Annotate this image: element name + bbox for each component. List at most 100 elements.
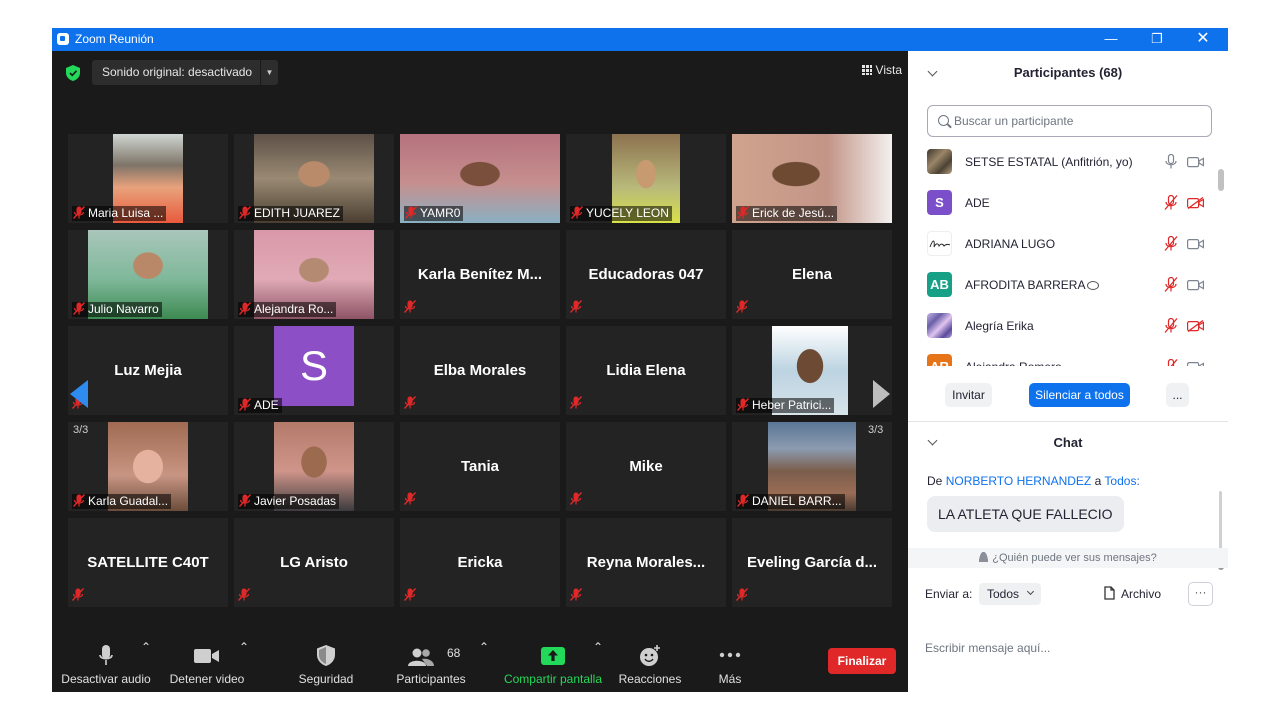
restore-button[interactable]: ❐ — [1134, 28, 1180, 51]
muted-mic-icon — [570, 588, 582, 601]
muted-indicator — [570, 586, 585, 604]
participant-tile[interactable]: Eveling García d... — [732, 518, 892, 607]
participant-row-name-text: ADE — [965, 196, 990, 210]
participant-tile[interactable]: Tania — [400, 422, 560, 511]
muted-mic-icon — [73, 206, 85, 219]
participant-name: YAMR0 — [420, 206, 461, 220]
audio-options-caret-icon[interactable]: ⌃ — [140, 640, 152, 692]
previous-page-arrow-icon[interactable] — [70, 380, 88, 408]
reactions-button[interactable]: Reacciones — [614, 640, 686, 692]
participant-tile[interactable]: YUCELY LEON — [566, 134, 726, 223]
participant-tile[interactable]: Heber Patrici... — [732, 326, 892, 415]
participants-button[interactable]: 68 Participantes — [391, 640, 471, 692]
participant-row[interactable]: Alegría Erika — [908, 305, 1218, 346]
chat-title: Chat — [1053, 435, 1083, 450]
send-to-dropdown[interactable]: Todos — [979, 583, 1042, 605]
video-icon[interactable] — [1187, 238, 1204, 250]
participant-tile[interactable]: Elena — [732, 230, 892, 319]
video-icon[interactable] — [1187, 279, 1204, 291]
participant-tile[interactable]: SATELLITE C40T — [68, 518, 228, 607]
participant-tile[interactable]: Luz Mejia — [68, 326, 228, 415]
participant-list-scrollbar[interactable] — [1218, 169, 1224, 395]
participants-more-button[interactable]: ... — [1166, 383, 1189, 407]
participant-tile[interactable]: Elba Morales — [400, 326, 560, 415]
participant-row[interactable]: AB AFRODITA BARRERA — [908, 264, 1218, 305]
participant-avatar — [927, 149, 952, 174]
participant-tile[interactable]: Karla Guadal... — [68, 422, 228, 511]
muted-mic-icon[interactable] — [1164, 276, 1178, 292]
participants-icon — [408, 648, 435, 666]
participant-search-box[interactable] — [927, 105, 1212, 137]
muted-mic-icon — [571, 206, 583, 219]
participant-row-name-text: SETSE ESTATAL (Anfitrión, yo) — [965, 155, 1133, 169]
who-can-see-messages[interactable]: ¿Quién puede ver sus mensajes? — [908, 548, 1228, 568]
participant-tile[interactable]: Alejandra Ro... — [234, 230, 394, 319]
muted-mic-icon[interactable] — [1164, 358, 1178, 366]
next-page-arrow-icon[interactable] — [873, 380, 890, 408]
view-button[interactable]: Vista — [861, 63, 902, 77]
encryption-shield-icon[interactable] — [66, 65, 80, 81]
video-options-caret-icon[interactable]: ⌃ — [238, 640, 250, 692]
original-sound-dropdown-icon[interactable]: ▼ — [260, 60, 278, 85]
participant-row[interactable]: AR Alejandra Romero — [908, 346, 1218, 366]
muted-mic-icon[interactable] — [1164, 317, 1178, 333]
send-to-chevron-icon — [1026, 587, 1035, 596]
participant-name: Alejandra Ro... — [254, 302, 334, 316]
zoom-app-icon — [57, 33, 69, 45]
participant-row-name-text: Alejandra Romero — [965, 360, 1062, 366]
minimize-button[interactable]: — — [1088, 28, 1134, 51]
mute-all-button[interactable]: Silenciar a todos — [1029, 383, 1130, 407]
participant-row-name: Alejandra Romero — [965, 360, 1062, 366]
participant-tile[interactable]: Lidia Elena — [566, 326, 726, 415]
chat-more-button[interactable]: ··· — [1188, 582, 1213, 606]
participant-tile[interactable]: LG Aristo — [234, 518, 394, 607]
video-off-icon[interactable] — [1187, 319, 1204, 333]
participant-row-name: Alegría Erika — [965, 319, 1034, 333]
participant-display-name: Mike — [629, 458, 663, 475]
muted-mic-icon — [404, 588, 416, 601]
participant-row[interactable]: SETSE ESTATAL (Anfitrión, yo) — [908, 141, 1218, 182]
participant-tile[interactable]: Ericka — [400, 518, 560, 607]
participant-tile[interactable]: Julio Navarro — [68, 230, 228, 319]
participant-tile[interactable]: Maria Luisa ... — [68, 134, 228, 223]
muted-mic-icon — [737, 494, 749, 507]
participant-tile[interactable]: Karla Benítez M... — [400, 230, 560, 319]
participant-tile[interactable]: Erick de Jesú... — [732, 134, 892, 223]
security-button[interactable]: Seguridad — [288, 640, 364, 692]
close-button[interactable]: ✕ — [1180, 28, 1226, 51]
participant-row[interactable]: ADRIANA LUGO — [908, 223, 1218, 264]
participant-tile[interactable]: Mike — [566, 422, 726, 511]
sender-name-link[interactable]: NORBERTO HERNANDEZ — [946, 474, 1092, 488]
invite-button[interactable]: Invitar — [945, 383, 992, 407]
share-options-caret-icon[interactable]: ⌃ — [592, 640, 604, 692]
participant-row[interactable]: S ADE — [908, 182, 1218, 223]
meeting-toolbar: Desactivar audio ⌃ Detener video ⌃ Segur… — [52, 640, 908, 692]
muted-mic-icon[interactable] — [1164, 235, 1178, 251]
muted-mic-icon[interactable] — [1164, 194, 1178, 210]
end-meeting-button[interactable]: Finalizar — [828, 648, 896, 674]
participant-name-label: DANIEL BARR... — [736, 494, 845, 509]
participant-search-input[interactable] — [954, 112, 1204, 130]
muted-mic-icon — [404, 300, 416, 313]
mic-icon[interactable] — [1164, 153, 1178, 169]
participant-tile[interactable]: EDITH JUAREZ — [234, 134, 394, 223]
share-screen-button[interactable]: Compartir pantalla — [500, 640, 606, 692]
participant-tile[interactable]: YAMR0 — [400, 134, 560, 223]
participant-tile[interactable]: Javier Posadas — [234, 422, 394, 511]
video-icon[interactable] — [1187, 361, 1204, 366]
file-button[interactable]: Archivo — [1104, 586, 1161, 601]
muted-mic-icon — [73, 302, 85, 315]
more-button[interactable]: Más — [702, 640, 758, 692]
participant-tile[interactable]: Educadoras 047 — [566, 230, 726, 319]
participant-display-name: Tania — [460, 458, 500, 475]
participant-tile[interactable]: S ADE — [234, 326, 394, 415]
participants-options-caret-icon[interactable]: ⌃ — [478, 640, 490, 692]
participant-row-name-text: AFRODITA BARRERA — [965, 278, 1086, 292]
video-off-icon[interactable] — [1187, 196, 1204, 210]
chat-message-input[interactable] — [925, 638, 1215, 658]
participant-tile[interactable]: Reyna Morales... — [566, 518, 726, 607]
original-sound-button[interactable]: Sonido original: desactivado ▼ — [92, 60, 278, 85]
video-icon[interactable] — [1187, 156, 1204, 168]
microphone-icon — [99, 645, 113, 665]
muted-indicator — [570, 490, 585, 508]
